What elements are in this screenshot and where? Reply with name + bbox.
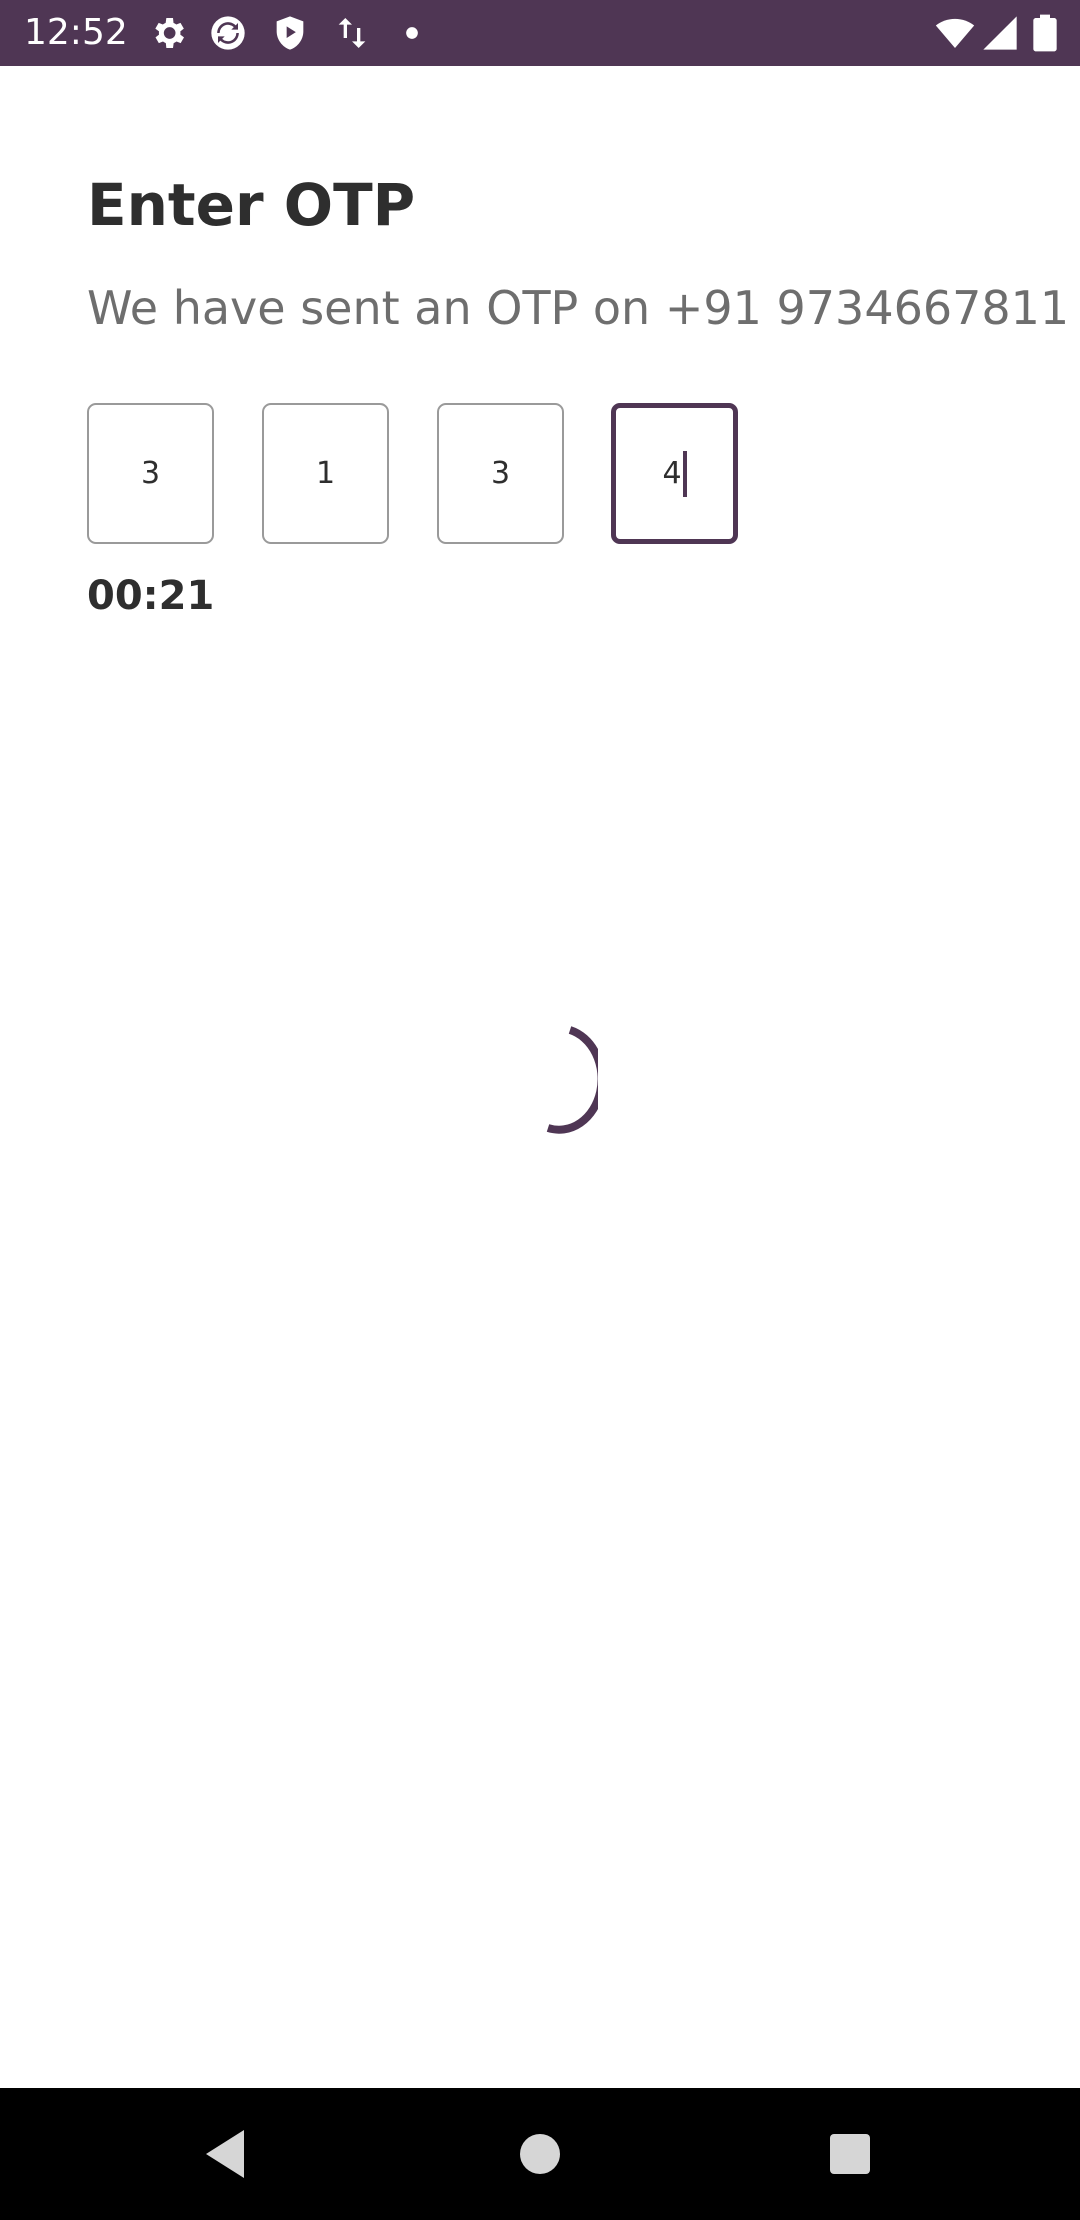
wifi-icon [935,13,975,53]
loading-spinner-icon [498,1022,598,1138]
otp-digit-1-value: 3 [140,456,161,491]
otp-digit-2-value: 1 [315,456,336,491]
text-cursor [682,450,687,497]
otp-digit-3-value: 3 [490,456,511,491]
cellular-signal-icon [980,13,1020,53]
page-title: Enter OTP [87,171,416,239]
home-icon[interactable] [510,2124,570,2184]
status-bar: 12:52 [0,0,1080,66]
back-icon[interactable] [196,2124,256,2184]
otp-sent-message: We have sent an OTP on +91 9734667811 [87,281,1070,335]
recents-icon[interactable] [820,2124,880,2184]
resend-timer: 00:21 [87,573,215,619]
otp-digit-3-input[interactable]: 3 [437,403,564,544]
battery-icon [1030,13,1060,53]
otp-digit-2-input[interactable]: 1 [262,403,389,544]
settings-icon [148,13,188,53]
data-transfer-icon [332,13,372,53]
otp-digit-4-value: 4 [662,456,682,491]
sync-icon [208,13,248,53]
otp-digit-4-input[interactable]: 4 [611,403,738,544]
shield-play-icon [270,13,310,53]
status-time: 12:52 [24,12,128,53]
otp-digit-1-input[interactable]: 3 [87,403,214,544]
navigation-bar [0,2088,1080,2220]
dot-icon [392,13,432,53]
